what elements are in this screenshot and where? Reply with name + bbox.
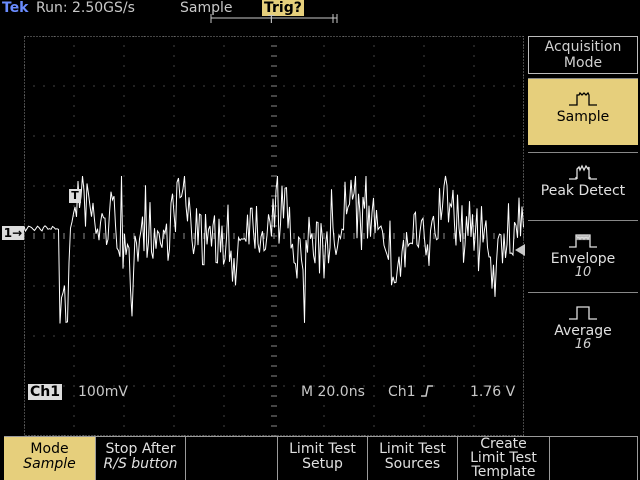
create-template-line3: Template bbox=[471, 464, 536, 480]
create-limit-test-template-button[interactable]: Create Limit Test Template bbox=[458, 436, 550, 480]
bottom-menu-blank-1[interactable] bbox=[186, 436, 278, 480]
peak-detect-button[interactable]: Peak Detect bbox=[528, 152, 638, 219]
channel-label: Ch1 bbox=[28, 384, 62, 400]
ch1-trace bbox=[24, 175, 524, 324]
mode-sample-button[interactable]: Mode Sample bbox=[4, 436, 96, 480]
timebase-readout: M 20.0ns bbox=[301, 384, 365, 400]
brand-logo: Tek bbox=[2, 0, 29, 16]
peak-detect-label: Peak Detect bbox=[540, 183, 626, 199]
trigger-point-marker: T bbox=[69, 189, 81, 203]
mode-button-label: Mode bbox=[30, 441, 69, 457]
sample-mode-icon bbox=[569, 91, 597, 106]
readout-bar: Ch1 100mV M 20.0ns Ch1 1.76 V bbox=[0, 384, 526, 402]
sample-mode-label: Sample bbox=[556, 109, 610, 125]
bottom-menu: Mode Sample Stop After R/S button Limit … bbox=[0, 436, 640, 480]
stop-after-value: R/S button bbox=[103, 456, 178, 472]
ch1-ground-marker: 1→ bbox=[2, 226, 24, 240]
average-count: 16 bbox=[574, 337, 592, 352]
envelope-button[interactable]: Envelope 10 bbox=[528, 220, 638, 289]
limit-test-sources-line1: Limit Test bbox=[379, 441, 446, 457]
average-icon bbox=[569, 306, 597, 320]
trigger-source: Ch1 bbox=[388, 384, 434, 400]
limit-test-setup-line1: Limit Test bbox=[289, 441, 356, 457]
trigger-position-label: T bbox=[267, 14, 275, 24]
envelope-count: 10 bbox=[574, 265, 592, 280]
trigger-source-label: Ch1 bbox=[388, 384, 416, 400]
envelope-icon bbox=[569, 234, 597, 248]
limit-test-setup-line2: Setup bbox=[302, 456, 343, 472]
limit-test-setup-button[interactable]: Limit Test Setup bbox=[278, 436, 368, 480]
volts-per-div: 100mV bbox=[78, 384, 128, 400]
bottom-menu-blank-2[interactable] bbox=[550, 436, 638, 480]
graticule bbox=[24, 36, 524, 436]
mode-button-value: Sample bbox=[23, 456, 76, 472]
limit-test-sources-line2: Sources bbox=[384, 456, 441, 472]
stop-after-label: Stop After bbox=[105, 441, 176, 457]
acquisition-side-menu: Acquisition Mode Sample Peak Detect Enve… bbox=[526, 36, 640, 436]
stop-after-button[interactable]: Stop After R/S button bbox=[96, 436, 186, 480]
rising-edge-icon bbox=[421, 385, 434, 397]
average-button[interactable]: Average 16 bbox=[528, 292, 638, 363]
trigger-position-bar: T bbox=[210, 14, 338, 24]
side-menu-title-line1: Acquisition bbox=[544, 39, 622, 55]
peak-detect-icon bbox=[569, 164, 597, 180]
trigger-level: 1.76 V bbox=[470, 384, 516, 400]
waveform-display bbox=[24, 36, 524, 436]
limit-test-sources-button[interactable]: Limit Test Sources bbox=[368, 436, 458, 480]
side-menu-title: Acquisition Mode bbox=[528, 36, 638, 74]
run-status: Run: 2.50GS/s bbox=[36, 0, 135, 16]
side-menu-title-line2: Mode bbox=[563, 55, 603, 71]
sample-mode-button[interactable]: Sample bbox=[528, 78, 638, 145]
trigger-level-arrow-icon bbox=[515, 244, 525, 256]
